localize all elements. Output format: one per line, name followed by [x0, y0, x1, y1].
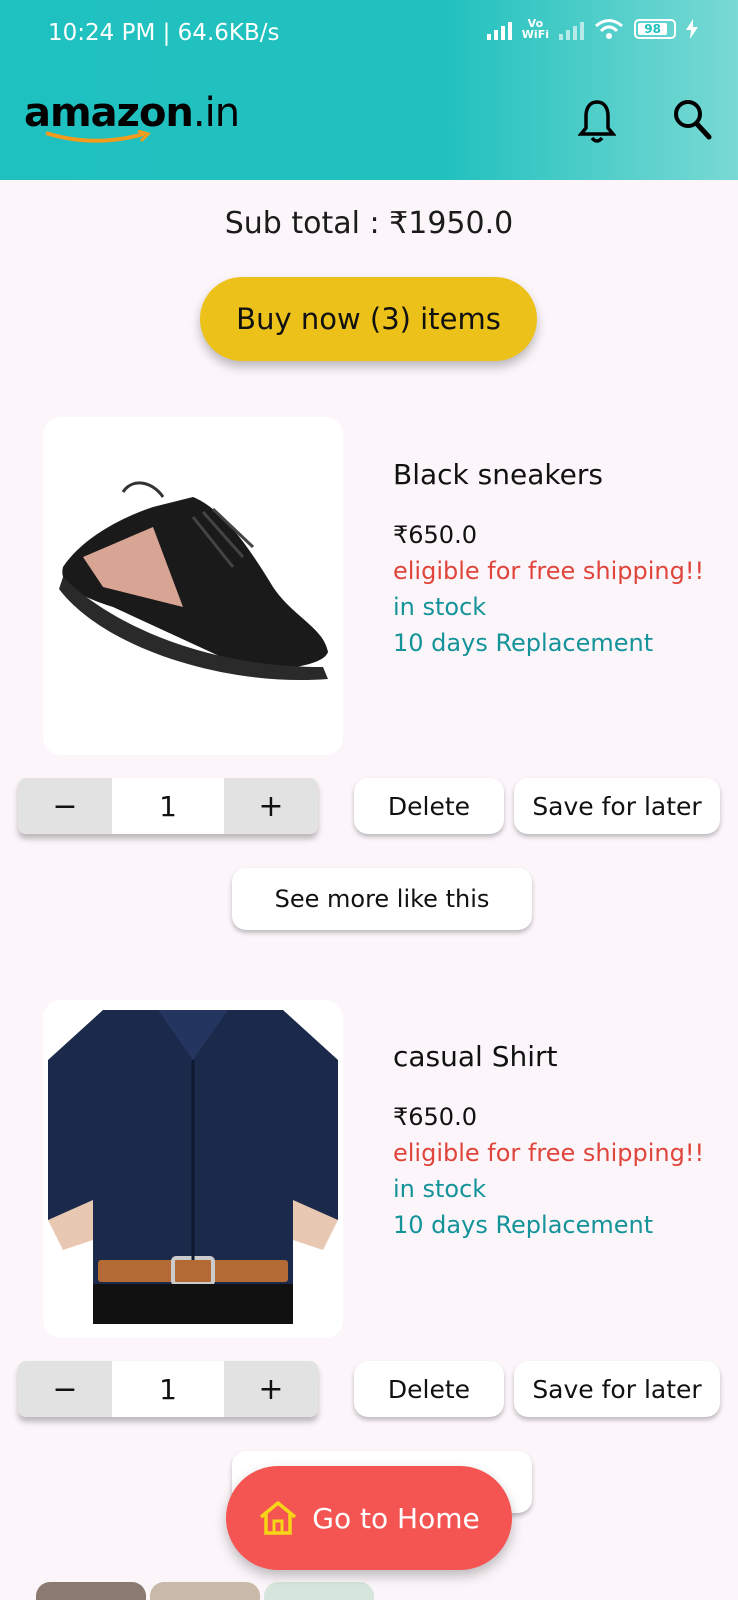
product-info-sneakers: Black sneakers ₹650.0 eligible for free … — [393, 458, 704, 665]
shirt-image — [48, 1010, 338, 1324]
search-icon[interactable] — [672, 98, 712, 140]
sneaker-image — [59, 481, 329, 681]
decrease-qty-button[interactable]: − — [18, 1361, 112, 1417]
thumbnail[interactable] — [264, 1582, 374, 1600]
stock-text: in stock — [393, 1175, 487, 1203]
go-to-home-button[interactable]: Go to Home — [226, 1466, 512, 1570]
thumbnail[interactable] — [36, 1582, 146, 1600]
signal-icon — [486, 18, 512, 40]
quantity-value: 1 — [112, 778, 224, 834]
replacement-text: 10 days Replacement — [393, 629, 654, 657]
shipping-text: eligible for free shipping!! — [393, 1139, 705, 1167]
thumbnail[interactable] — [150, 1582, 260, 1600]
logo-tld: .in — [192, 90, 240, 136]
product-image-sneakers[interactable] — [43, 417, 343, 755]
product-image-shirt[interactable] — [43, 1000, 343, 1338]
increase-qty-button[interactable]: + — [224, 1361, 318, 1417]
home-icon — [260, 1501, 297, 1535]
subtotal-text: Sub total : ₹1950.0 — [224, 206, 514, 241]
save-for-later-button[interactable]: Save for later — [514, 1361, 720, 1417]
quantity-value: 1 — [112, 1361, 224, 1417]
product-title[interactable]: casual Shirt — [393, 1040, 704, 1073]
recommendation-thumbnails — [36, 1582, 374, 1600]
save-for-later-button[interactable]: Save for later — [514, 778, 720, 834]
product-info-shirt: casual Shirt ₹650.0 eligible for free sh… — [393, 1040, 704, 1247]
quantity-stepper: − 1 + — [18, 778, 318, 834]
product-price: ₹650.0 — [393, 1103, 477, 1131]
vowifi-icon: Vo WiFi — [521, 17, 549, 41]
charging-icon — [686, 19, 698, 39]
delete-button[interactable]: Delete — [354, 778, 504, 834]
shipping-text: eligible for free shipping!! — [393, 557, 705, 585]
increase-qty-button[interactable]: + — [224, 778, 318, 834]
see-more-button[interactable]: See more like this — [232, 868, 532, 930]
go-to-home-label: Go to Home — [312, 1501, 480, 1535]
battery-level: 98 — [644, 22, 661, 36]
delete-button[interactable]: Delete — [354, 1361, 504, 1417]
wifi-icon — [595, 19, 623, 39]
smile-arrow-icon — [45, 130, 151, 143]
app-bar: 10:24 PM | 64.6KB/s Vo WiFi 98 amazon.in — [0, 0, 738, 180]
bell-icon[interactable] — [578, 98, 616, 144]
decrease-qty-button[interactable]: − — [18, 778, 112, 834]
product-title[interactable]: Black sneakers — [393, 458, 704, 491]
buy-now-button[interactable]: Buy now (3) items — [200, 277, 537, 361]
status-icons: Vo WiFi 98 — [486, 17, 698, 41]
battery-icon: 98 — [634, 19, 676, 39]
stock-text: in stock — [393, 593, 487, 621]
amazon-logo[interactable]: amazon.in — [24, 90, 240, 143]
quantity-stepper: − 1 + — [18, 1361, 318, 1417]
product-price: ₹650.0 — [393, 521, 477, 549]
signal-2-icon — [559, 18, 584, 40]
replacement-text: 10 days Replacement — [393, 1211, 654, 1239]
status-time-speed: 10:24 PM | 64.6KB/s — [48, 20, 280, 46]
